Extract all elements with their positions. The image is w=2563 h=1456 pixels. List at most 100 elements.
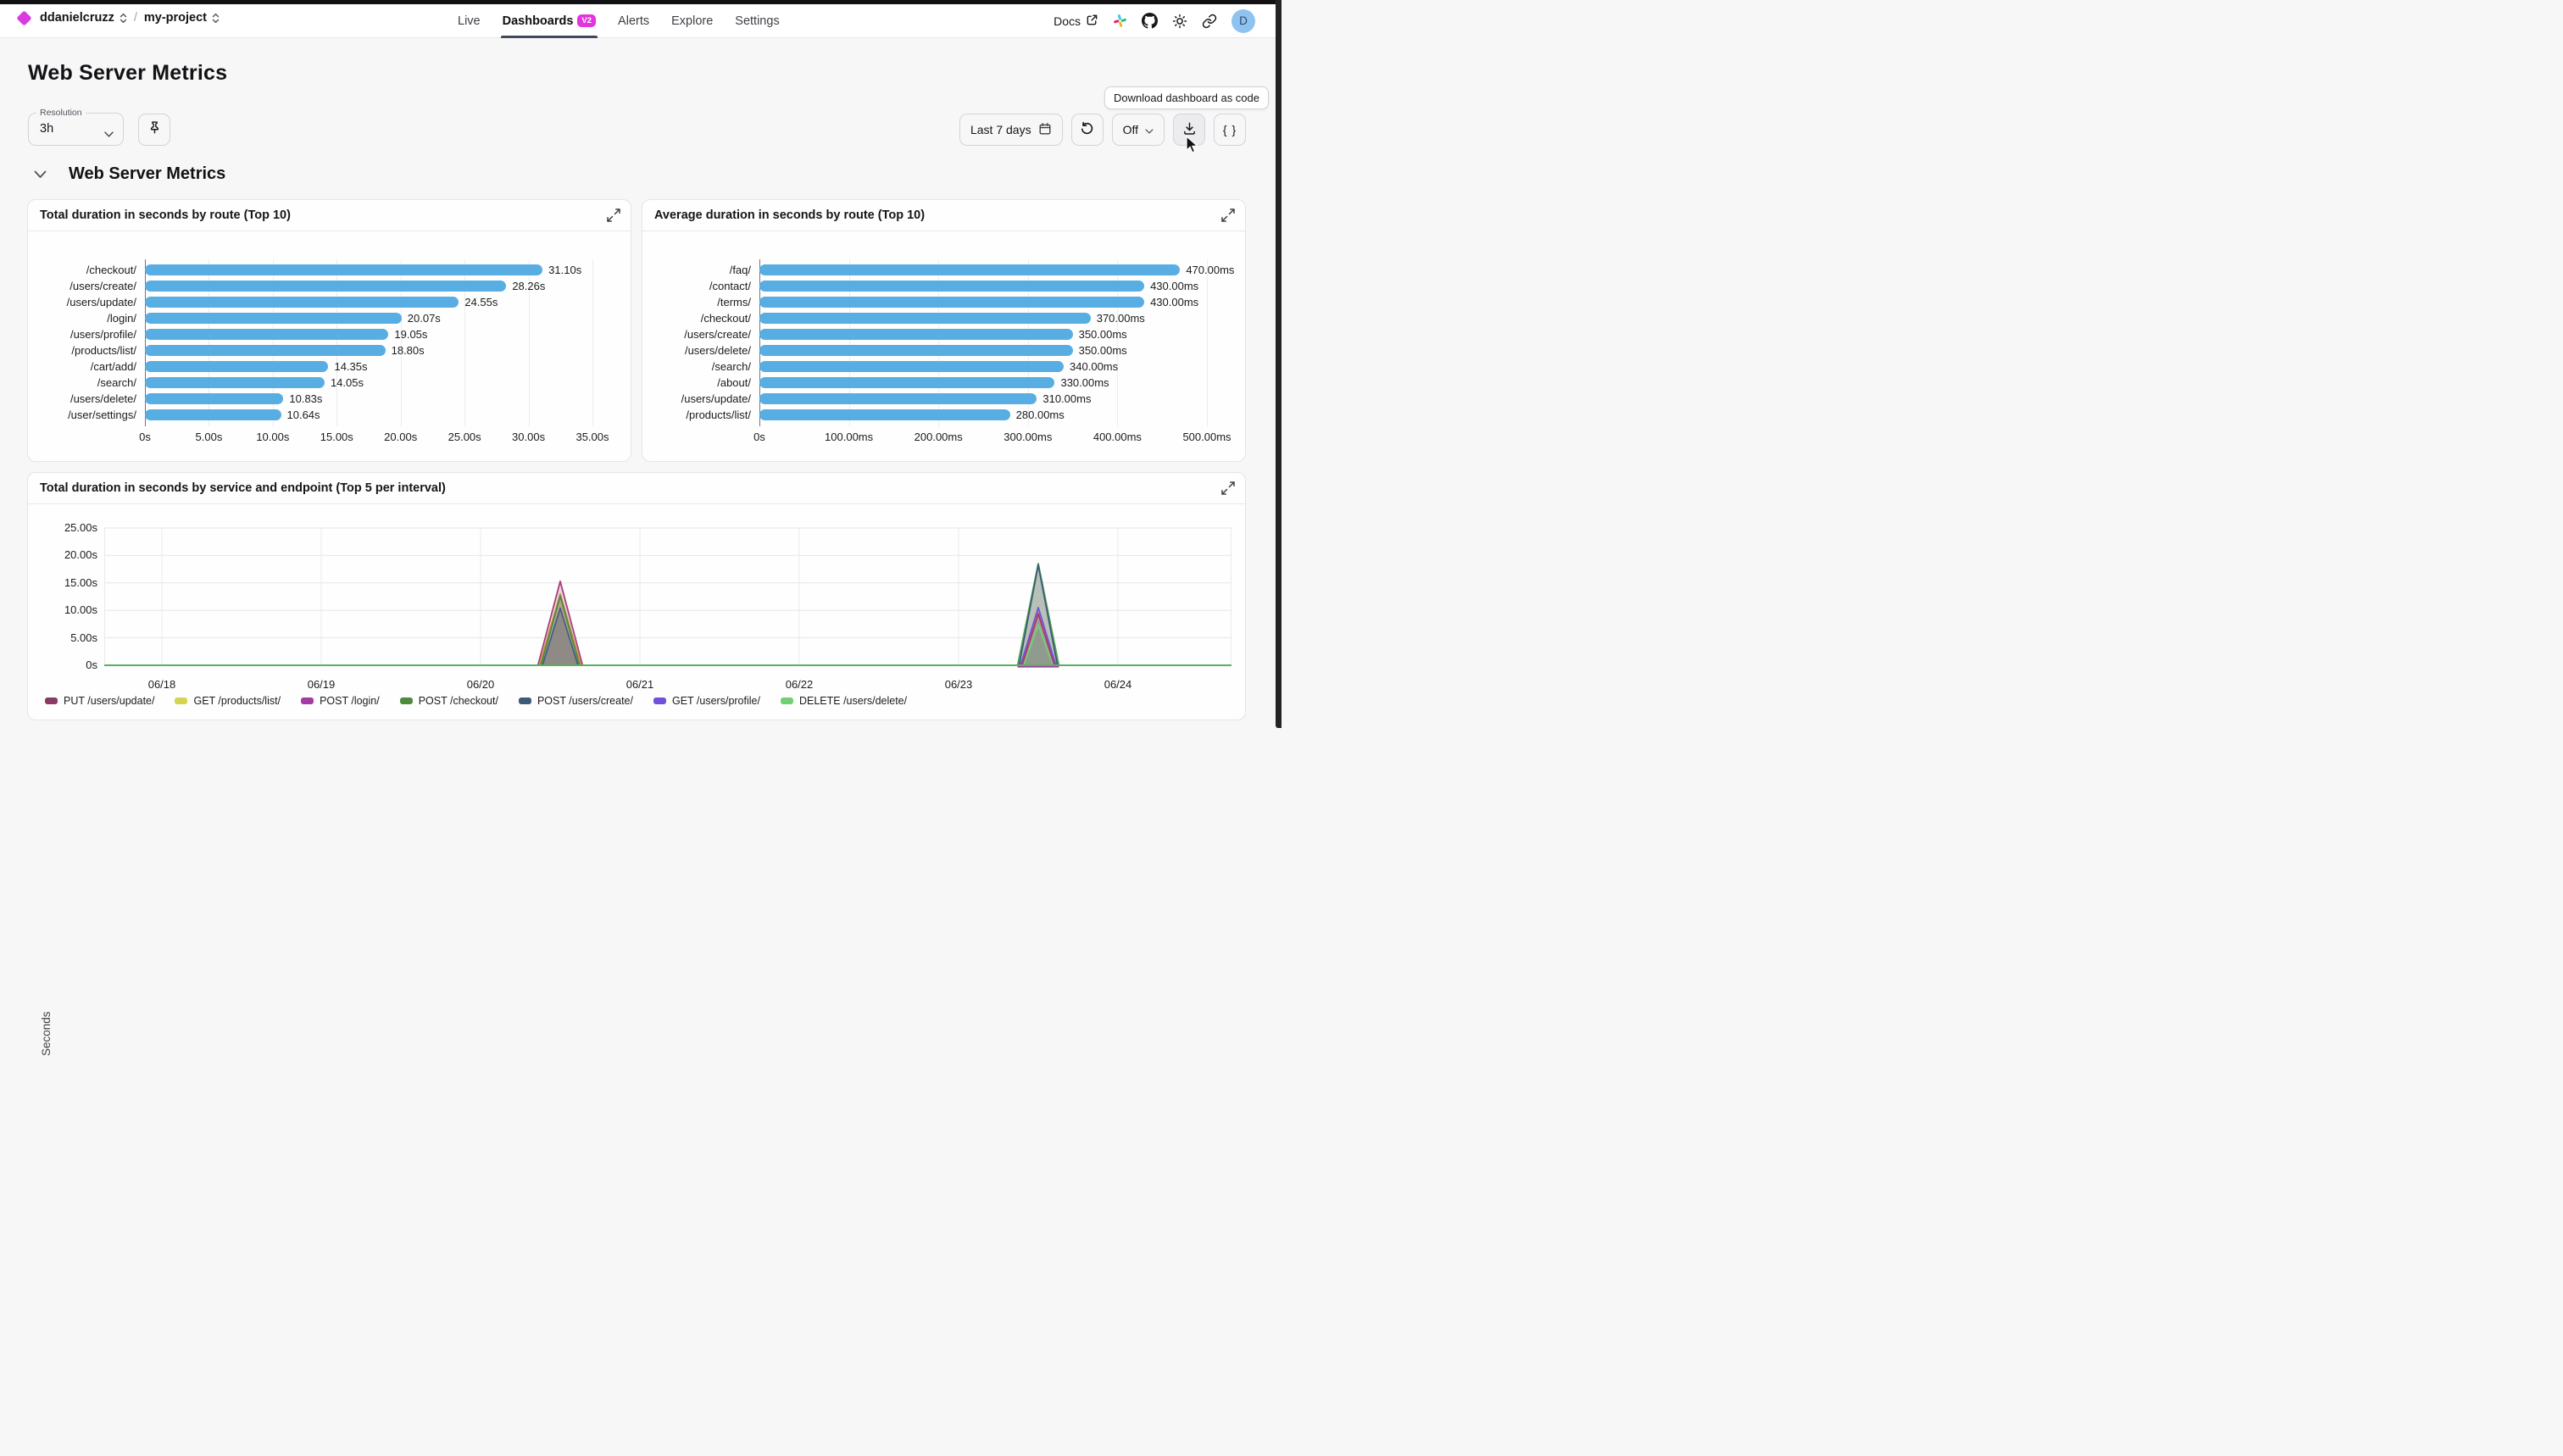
y-axis-tick-label: 5.00s bbox=[45, 631, 97, 644]
bar[interactable] bbox=[145, 361, 328, 372]
main-tabs: Live Dashboards V2 Alerts Explore Settin… bbox=[458, 0, 780, 38]
chevron-updown-icon[interactable] bbox=[120, 13, 127, 24]
bar[interactable] bbox=[759, 377, 1054, 388]
tab-alerts[interactable]: Alerts bbox=[618, 3, 649, 38]
bar-category-label: /checkout/ bbox=[642, 310, 751, 326]
bar-category-label: /search/ bbox=[642, 358, 751, 375]
bar[interactable] bbox=[759, 409, 1010, 420]
bar-chart-row: /about/330.00ms bbox=[642, 375, 1245, 391]
bar-value-label: 14.05s bbox=[331, 375, 364, 391]
v2-badge: V2 bbox=[577, 14, 596, 27]
resolution-select[interactable]: Resolution 3h bbox=[28, 113, 124, 146]
chevron-down-icon bbox=[104, 126, 114, 142]
link-icon[interactable] bbox=[1202, 14, 1217, 29]
bar[interactable] bbox=[145, 393, 283, 404]
bar-chart-row: /cart/add/14.35s bbox=[28, 358, 631, 375]
time-range-button[interactable]: Last 7 days bbox=[959, 114, 1063, 146]
legend-swatch bbox=[781, 697, 793, 704]
tab-settings[interactable]: Settings bbox=[735, 3, 779, 38]
bar-chart-row: /terms/430.00ms bbox=[642, 294, 1245, 310]
bar[interactable] bbox=[145, 297, 459, 308]
bar[interactable] bbox=[145, 264, 542, 275]
org-switcher[interactable]: ddanielcruzz bbox=[40, 11, 114, 25]
bar-chart-row: /users/create/350.00ms bbox=[642, 326, 1245, 342]
project-switcher[interactable]: my-project bbox=[144, 11, 207, 25]
legend-item[interactable]: DELETE /users/delete/ bbox=[781, 695, 907, 707]
bar[interactable] bbox=[759, 345, 1073, 356]
tab-dashboards[interactable]: Dashboards V2 bbox=[503, 3, 596, 38]
x-axis-tick-label: 0s bbox=[753, 431, 765, 443]
bar[interactable] bbox=[759, 313, 1091, 324]
bar[interactable] bbox=[759, 281, 1144, 292]
x-axis-date-label: 06/23 bbox=[945, 678, 973, 691]
x-axis-tick-label: 500.00ms bbox=[1182, 431, 1231, 443]
legend-item[interactable]: GET /products/list/ bbox=[175, 695, 281, 707]
bar-value-label: 18.80s bbox=[392, 342, 425, 358]
bar-chart-row: /user/settings/10.64s bbox=[28, 407, 631, 423]
bar[interactable] bbox=[145, 345, 386, 356]
bar[interactable] bbox=[145, 377, 325, 388]
bar-category-label: /users/profile/ bbox=[28, 326, 136, 342]
y-axis-tick-label: 0s bbox=[45, 659, 97, 671]
chevron-updown-icon[interactable] bbox=[212, 13, 220, 24]
bar-category-label: /users/delete/ bbox=[642, 342, 751, 358]
bar[interactable] bbox=[145, 409, 281, 420]
x-axis-tick-label: 400.00ms bbox=[1093, 431, 1142, 443]
bar[interactable] bbox=[759, 393, 1037, 404]
x-axis-tick-label: 300.00ms bbox=[1004, 431, 1052, 443]
sun-icon[interactable] bbox=[1172, 14, 1187, 29]
bar[interactable] bbox=[759, 329, 1073, 340]
bar-category-label: /search/ bbox=[28, 375, 136, 391]
bar[interactable] bbox=[145, 313, 402, 324]
bar-value-label: 430.00ms bbox=[1150, 294, 1198, 310]
legend-item[interactable]: PUT /users/update/ bbox=[45, 695, 154, 707]
bar[interactable] bbox=[759, 361, 1064, 372]
pin-resolution-button[interactable] bbox=[138, 114, 170, 146]
bar[interactable] bbox=[759, 264, 1180, 275]
legend-label: POST /checkout/ bbox=[419, 695, 498, 707]
legend-label: POST /users/create/ bbox=[537, 695, 633, 707]
bar-category-label: /products/list/ bbox=[28, 342, 136, 358]
bar-value-label: 19.05s bbox=[394, 326, 427, 342]
bar-value-label: 28.26s bbox=[512, 278, 545, 294]
legend-item[interactable]: POST /login/ bbox=[301, 695, 380, 707]
section-collapse-chevron-icon[interactable] bbox=[34, 170, 47, 179]
user-avatar[interactable]: D bbox=[1231, 9, 1255, 33]
dashboard-code-button[interactable]: { } bbox=[1214, 114, 1246, 146]
bar-chart-row: /login/20.07s bbox=[28, 310, 631, 326]
area-chart-duration-over-time: 0s5.00s10.00s15.00s20.00s25.00s06/1806/1… bbox=[28, 473, 1245, 720]
bar-category-label: /contact/ bbox=[642, 278, 751, 294]
page-title: Web Server Metrics bbox=[28, 61, 227, 86]
x-axis-tick-label: 5.00s bbox=[196, 431, 223, 443]
panel-total-duration-by-route: Total duration in seconds by route (Top … bbox=[27, 199, 631, 462]
legend-item[interactable]: POST /users/create/ bbox=[519, 695, 633, 707]
nav-right-actions: Docs D bbox=[1054, 0, 1255, 38]
auto-refresh-select[interactable]: Off bbox=[1112, 114, 1165, 146]
x-axis-tick-label: 15.00s bbox=[320, 431, 353, 443]
legend-item[interactable]: POST /checkout/ bbox=[400, 695, 498, 707]
bar-value-label: 310.00ms bbox=[1042, 391, 1091, 407]
bar-value-label: 430.00ms bbox=[1150, 278, 1198, 294]
bar[interactable] bbox=[145, 329, 388, 340]
bar[interactable] bbox=[145, 281, 506, 292]
legend-label: GET /users/profile/ bbox=[672, 695, 760, 707]
refresh-button[interactable] bbox=[1071, 114, 1104, 146]
chevron-down-icon bbox=[1145, 123, 1154, 136]
scrollbar-track[interactable] bbox=[1276, 0, 1282, 728]
bar-category-label: /faq/ bbox=[642, 262, 751, 278]
legend-label: POST /login/ bbox=[320, 695, 380, 707]
x-axis-date-label: 06/24 bbox=[1104, 678, 1132, 691]
github-icon[interactable] bbox=[1142, 13, 1158, 29]
tab-explore[interactable]: Explore bbox=[671, 3, 713, 38]
slack-icon[interactable] bbox=[1113, 14, 1127, 28]
area-chart-svg bbox=[104, 522, 1231, 671]
docs-link[interactable]: Docs bbox=[1054, 14, 1098, 29]
brand-diamond-logo[interactable] bbox=[16, 10, 31, 25]
y-axis-label: Seconds bbox=[40, 1011, 53, 1056]
bar-chart-total-duration: 0s5.00s10.00s15.00s20.00s25.00s30.00s35.… bbox=[28, 200, 631, 461]
external-link-icon bbox=[1086, 14, 1098, 29]
legend-item[interactable]: GET /users/profile/ bbox=[653, 695, 760, 707]
tab-live[interactable]: Live bbox=[458, 3, 481, 38]
section-title: Web Server Metrics bbox=[69, 164, 225, 184]
bar[interactable] bbox=[759, 297, 1144, 308]
